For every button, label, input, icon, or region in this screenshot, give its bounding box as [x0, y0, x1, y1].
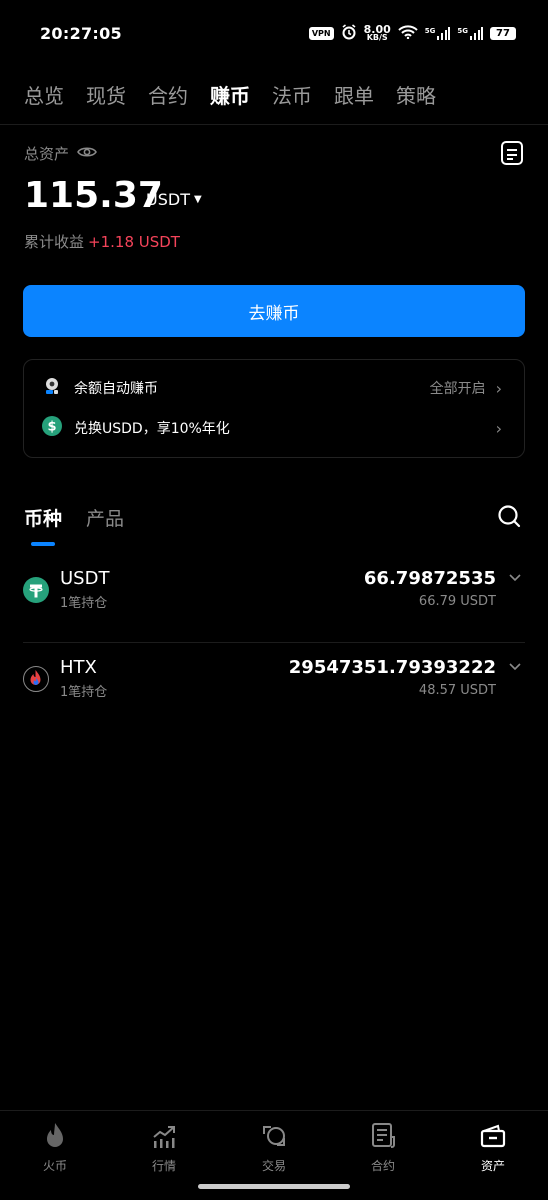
tab-spot[interactable]: 现货: [86, 80, 126, 109]
signal-icon: 5G: [425, 26, 451, 41]
total-assets-value: 115.37: [24, 175, 163, 216]
alarm-icon: [341, 24, 357, 43]
usdt-icon: [23, 577, 49, 603]
eye-icon[interactable]: [77, 145, 97, 163]
status-bar: 20:27:05 VPN 8.00 KB/S 5G 5G 77: [0, 0, 548, 66]
cumulative-earnings: 累计收益 +1.18 USDT: [24, 233, 180, 251]
flame-icon: [15, 1121, 95, 1151]
network-speed: 8.00 KB/S: [363, 22, 391, 42]
trade-icon: [234, 1121, 314, 1151]
svg-text:$: $: [47, 420, 56, 435]
wallet-icon: [453, 1121, 533, 1151]
bottom-nav-markets[interactable]: 行情: [124, 1121, 204, 1174]
currency-selector[interactable]: USDT ▼: [146, 190, 202, 209]
coin-positions: 1笔持仓: [60, 596, 108, 611]
coin-name: USDT: [60, 568, 110, 589]
tab-futures[interactable]: 合约: [148, 80, 188, 109]
coin-amount: 66.79872535: [363, 568, 496, 589]
coin-value: 48.57 USDT: [418, 683, 496, 698]
top-divider: [0, 124, 548, 125]
wifi-icon: [398, 25, 418, 42]
bottom-nav-trade[interactable]: 交易: [234, 1121, 314, 1174]
coin-name: HTX: [60, 657, 97, 678]
home-indicator[interactable]: [198, 1184, 350, 1189]
battery-icon: 77: [490, 27, 516, 40]
tab-coins[interactable]: 币种: [24, 504, 62, 531]
tab-earn[interactable]: 赚币: [210, 80, 250, 109]
status-time: 20:27:05: [40, 24, 122, 43]
chevron-down-icon[interactable]: [509, 570, 521, 586]
coin-positions: 1笔持仓: [60, 685, 108, 700]
holdings-tabs: 币种 产品: [24, 504, 124, 531]
coin-value: 66.79 USDT: [418, 594, 496, 609]
signal-icon-2: 5G: [457, 26, 483, 41]
document-icon: [343, 1121, 423, 1151]
tab-products[interactable]: 产品: [86, 504, 124, 531]
caret-down-icon: ▼: [193, 194, 202, 205]
htx-icon: [23, 666, 49, 692]
records-icon[interactable]: [501, 141, 523, 165]
bottom-nav-huobi[interactable]: 火币: [15, 1121, 95, 1174]
auto-earn-icon: [42, 376, 62, 400]
auto-earn-row[interactable]: 余额自动赚币 全部开启 ›: [42, 376, 502, 400]
usdd-icon: $: [42, 416, 62, 440]
tab-copy-trading[interactable]: 跟单: [334, 80, 374, 109]
search-icon[interactable]: [497, 504, 521, 528]
tab-strategy[interactable]: 策略: [396, 80, 436, 109]
bottom-nav-assets[interactable]: 资产: [453, 1121, 533, 1174]
go-earn-button[interactable]: 去赚币: [23, 285, 525, 337]
chevron-right-icon: ›: [495, 418, 502, 438]
tab-overview[interactable]: 总览: [24, 80, 64, 109]
bottom-nav-futures[interactable]: 合约: [343, 1121, 423, 1174]
promo-card: 余额自动赚币 全部开启 › $ 兑换USDD，享10%年化 ›: [23, 359, 525, 458]
chevron-right-icon: ›: [495, 378, 502, 398]
top-nav: 总览 现货 合约 赚币 法币 跟单 策略: [24, 80, 436, 109]
coin-row-usdt[interactable]: USDT 1笔持仓 66.79872535 66.79 USDT: [23, 554, 525, 643]
chevron-down-icon[interactable]: [509, 659, 521, 675]
coin-row-htx[interactable]: HTX 1笔持仓 29547351.79393222 48.57 USDT: [23, 643, 525, 731]
earnings-value: +1.18 USDT: [88, 233, 180, 251]
active-tab-indicator: [31, 542, 55, 546]
tab-fiat[interactable]: 法币: [272, 80, 312, 109]
usdd-row[interactable]: $ 兑换USDD，享10%年化 ›: [42, 416, 502, 440]
status-icons: VPN 8.00 KB/S 5G 5G 77: [308, 22, 516, 43]
coin-amount: 29547351.79393222: [288, 657, 496, 678]
total-assets-label: 总资产: [24, 143, 97, 164]
chart-icon: [124, 1121, 204, 1151]
enable-all-label: 全部开启: [429, 381, 486, 397]
vpn-icon: VPN: [308, 27, 334, 40]
